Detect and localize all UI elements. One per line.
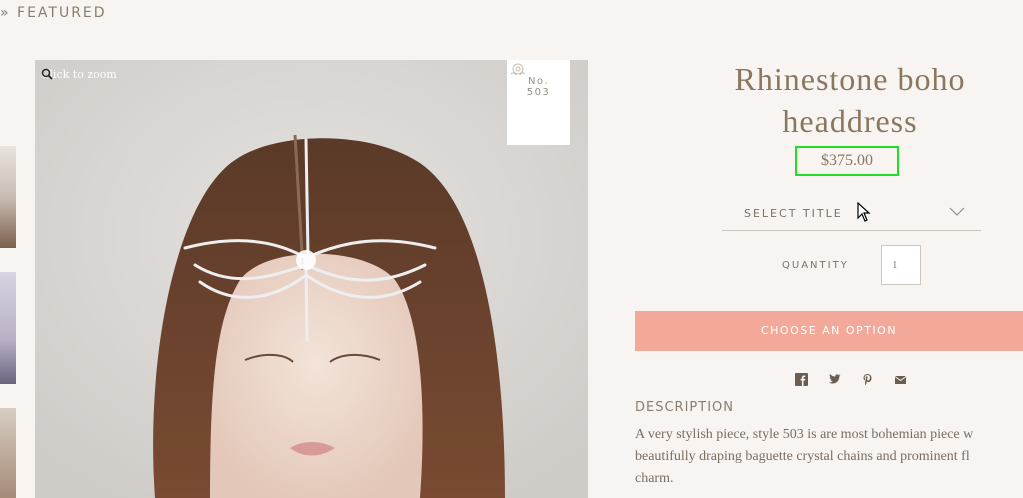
- pinterest-icon[interactable]: [861, 371, 874, 386]
- quantity-input[interactable]: [881, 245, 921, 285]
- product-photo: [35, 60, 588, 498]
- twitter-icon[interactable]: [828, 371, 841, 384]
- breadcrumb[interactable]: » FEATURED: [0, 5, 107, 21]
- description-line: charm.: [635, 471, 674, 486]
- gallery-thumbnail[interactable]: [0, 408, 16, 498]
- badge-number: 503: [526, 87, 551, 98]
- choose-option-button[interactable]: CHOOSE AN OPTION: [635, 311, 1023, 351]
- product-main-image[interactable]: Click to zoom No. 503: [35, 60, 588, 498]
- description-heading: DESCRIPTION: [635, 400, 734, 415]
- description-line: A very stylish piece, style 503 is are m…: [635, 427, 974, 442]
- description-body: A very stylish piece, style 503 is are m…: [635, 424, 1023, 490]
- product-title: Rhinestone boho headdress: [734, 61, 966, 139]
- email-icon[interactable]: [894, 371, 907, 384]
- quantity-label: QUANTITY: [782, 260, 849, 271]
- description-line: beautifully draping baguette crystal cha…: [635, 449, 970, 464]
- gallery-thumbnail[interactable]: [0, 146, 16, 248]
- gallery-thumbnail[interactable]: [0, 272, 16, 384]
- title-select-label: SELECT TITLE: [744, 207, 843, 220]
- chevron-down-icon: [949, 207, 965, 216]
- title-select[interactable]: SELECT TITLE: [722, 200, 981, 231]
- zoom-hint[interactable]: Click to zoom: [41, 68, 117, 81]
- magnifier-icon: [41, 68, 53, 80]
- rose-icon: [510, 63, 526, 76]
- style-number-badge: No. 503: [507, 60, 570, 145]
- share-links: [795, 371, 907, 386]
- facebook-icon[interactable]: [795, 371, 808, 386]
- product-price: $375.00: [795, 146, 899, 176]
